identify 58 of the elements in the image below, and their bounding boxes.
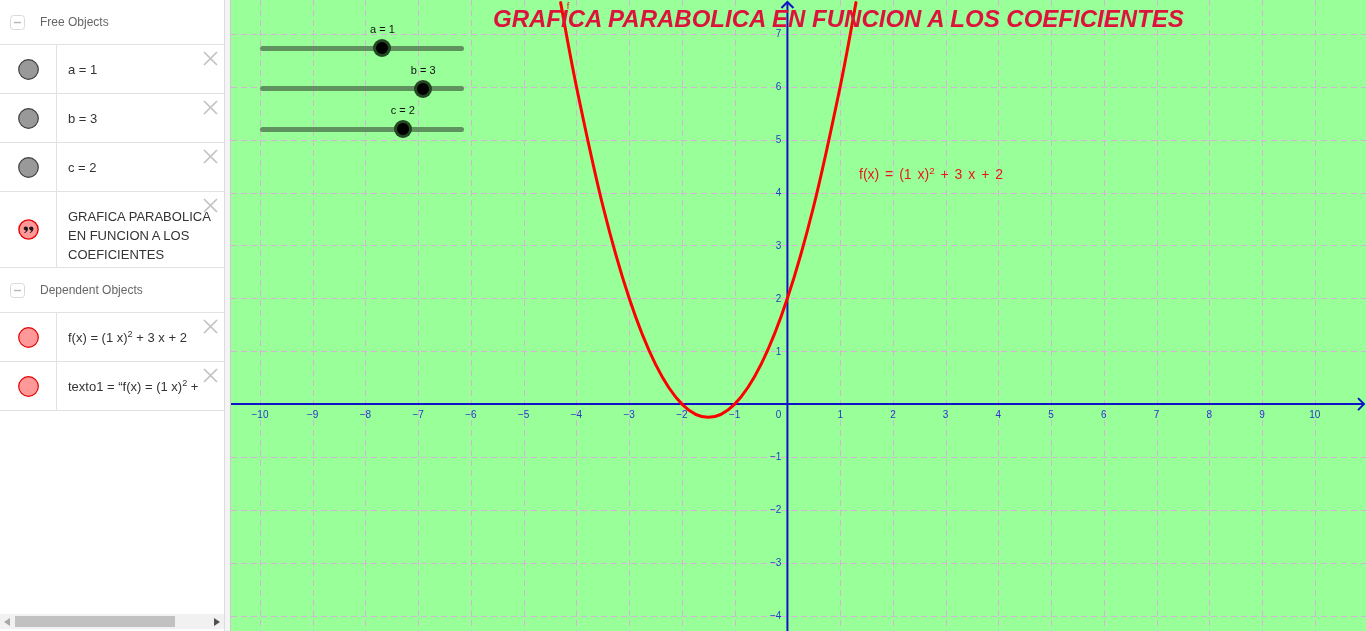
x-tick-label: −1: [729, 409, 741, 421]
x-tick-label: 8: [1206, 409, 1213, 421]
x-tick-label: −2: [676, 409, 688, 421]
dot-icon[interactable]: [17, 375, 39, 397]
x-tick-label: 9: [1259, 409, 1265, 421]
y-tick-label: −4: [770, 610, 782, 622]
slider-track[interactable]: [260, 79, 464, 98]
slider-label: c = 2: [390, 104, 415, 117]
slider-label: b = 3: [410, 63, 436, 77]
algebra-entry[interactable]: a = 1: [68, 60, 98, 78]
scrollbar-thumb[interactable]: [15, 616, 175, 627]
group-header-label: Free Objects: [40, 15, 109, 29]
x-tick-label: −5: [518, 409, 530, 421]
x-tick-label: 7: [1153, 409, 1160, 421]
dot-icon[interactable]: [17, 156, 39, 178]
algebra-entry[interactable]: GRAFICA PARABOLICA EN FUNCION A LOS COEFICIENTES: [68, 207, 218, 264]
x-tick-label: −10: [251, 409, 269, 421]
slider-track[interactable]: [260, 120, 464, 138]
y-tick-label: 1: [775, 345, 782, 357]
x-tick-label: 1: [837, 409, 843, 421]
x-tick-label: −4: [570, 409, 583, 421]
horizontal-scrollbar[interactable]: [0, 614, 224, 629]
y-tick-label: 2: [775, 292, 782, 304]
algebra-entry[interactable]: texto1 = “f(x) = (1 x)$^{2}$ +: [68, 377, 199, 395]
formula-text: f(x) = (1 x)$^{2}$ + 3 x + 2: [859, 165, 1003, 183]
y-tick-label: −2: [770, 504, 782, 516]
arrow-right-icon[interactable]: [214, 617, 220, 626]
algebra-entry[interactable]: c = 2: [68, 158, 97, 176]
x-tick-label: 5: [1048, 409, 1054, 421]
x-tick-label: 2: [890, 409, 896, 421]
slider-thumb[interactable]: [414, 79, 433, 98]
x-tick-label: −7: [412, 409, 424, 421]
x-tick-label: −6: [465, 409, 477, 421]
quote-dot-icon[interactable]: [17, 219, 39, 240]
slider-thumb[interactable]: [373, 39, 392, 57]
slider-track[interactable]: [260, 39, 464, 57]
group-header-label: Dependent Objects: [40, 283, 143, 297]
x-tick-label: 4: [995, 409, 1002, 421]
dot-icon[interactable]: [17, 107, 39, 129]
x-tick-label: 3: [942, 409, 949, 421]
y-tick-label: 5: [775, 134, 782, 146]
y-tick-label: −1: [770, 451, 782, 463]
x-tick-label: −9: [307, 409, 319, 421]
y-tick-label: −3: [770, 557, 782, 569]
origin-label: 0: [775, 409, 782, 421]
algebra-entry[interactable]: b = 3: [68, 109, 98, 127]
x-tick-label: −8: [359, 409, 372, 421]
slider-label: a = 1: [370, 23, 395, 36]
y-tick-label: 3: [775, 239, 782, 251]
dot-icon[interactable]: [17, 58, 39, 80]
slider-thumb[interactable]: [393, 120, 412, 138]
y-tick-label: 6: [775, 81, 782, 93]
x-tick-label: 6: [1101, 409, 1107, 421]
algebra-entry[interactable]: f(x) = (1 x)$^{2}$ + 3 x + 2: [68, 328, 187, 346]
x-tick-label: −3: [623, 409, 635, 421]
dot-icon[interactable]: [17, 326, 39, 348]
y-tick-label: 4: [775, 187, 782, 199]
x-tick-label: 10: [1309, 409, 1321, 421]
